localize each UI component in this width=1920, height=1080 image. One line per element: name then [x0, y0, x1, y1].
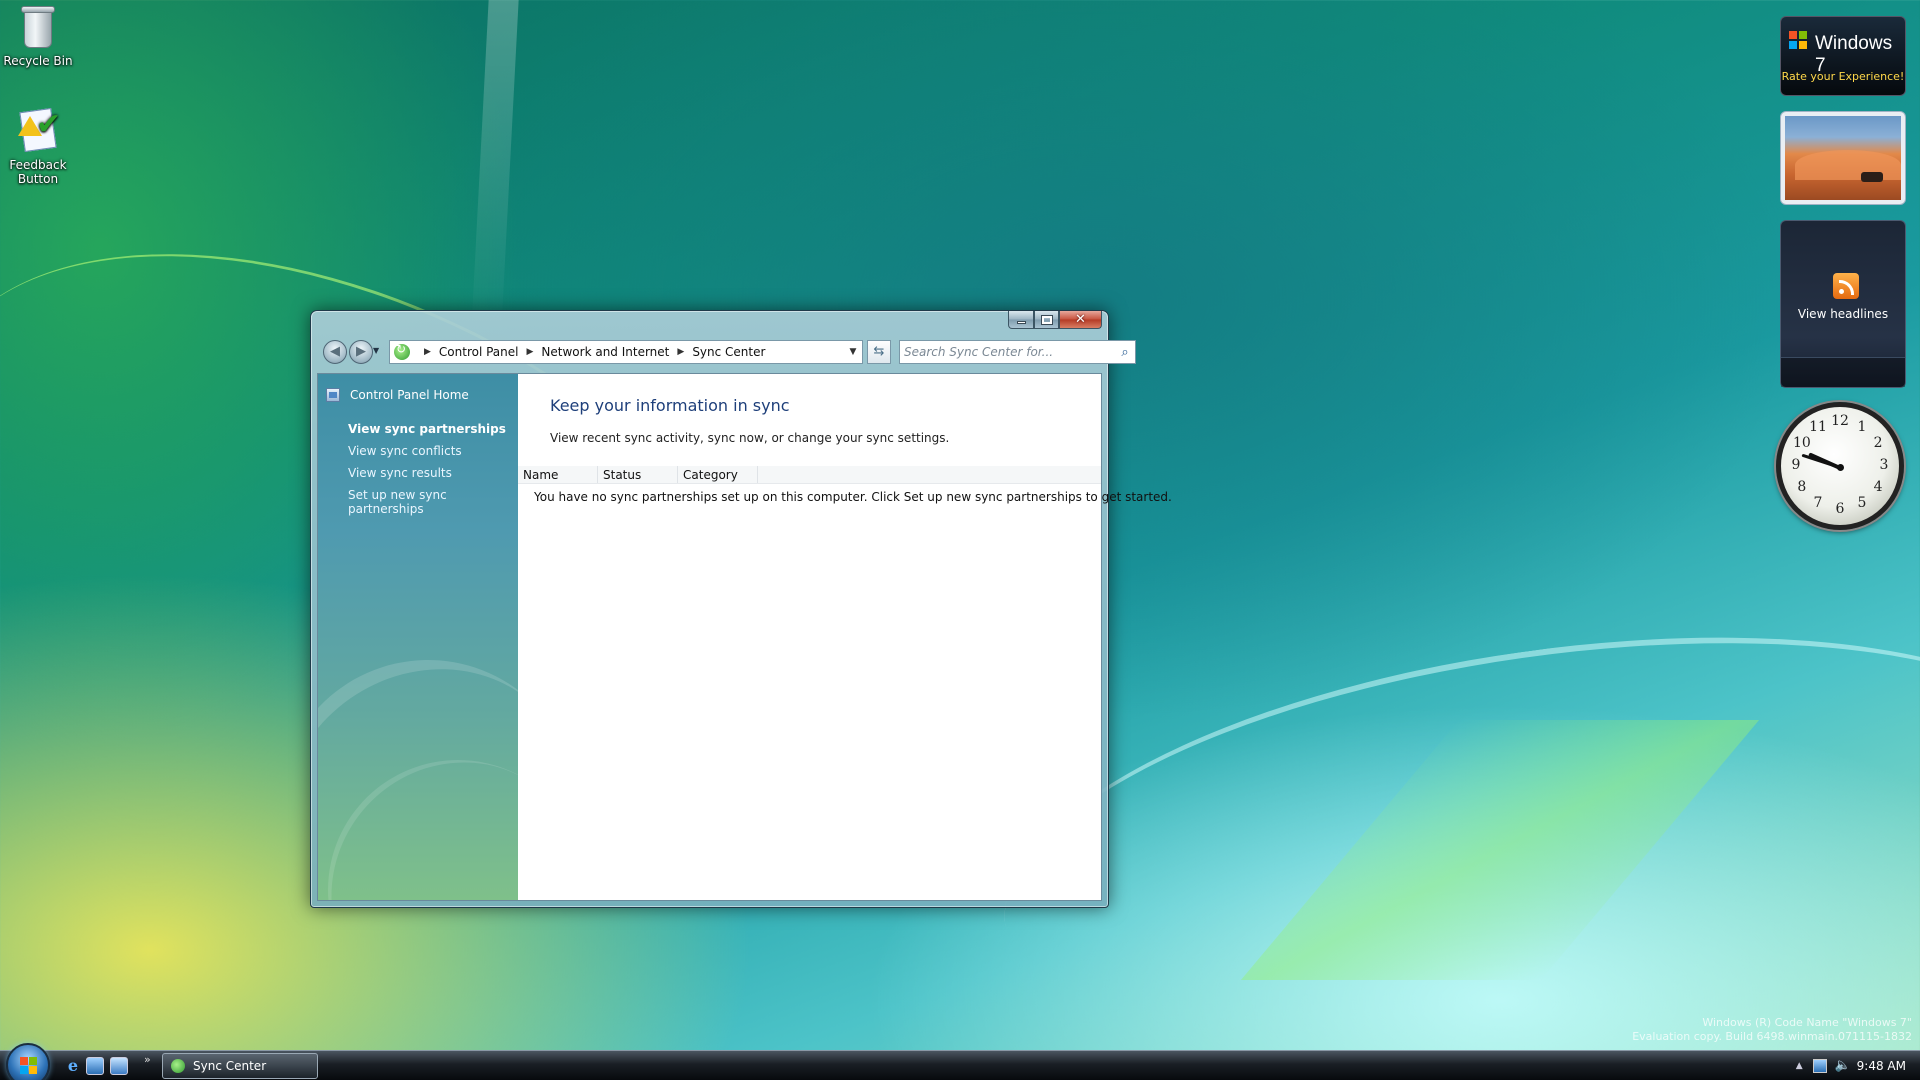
address-dropdown-icon[interactable]: ▼	[844, 347, 862, 357]
clock-gadget[interactable]: 12 1 2 3 4 5 6 7 8 9 10 11	[1776, 402, 1904, 530]
breadcrumb-separator-icon[interactable]: ▶	[677, 347, 684, 357]
control-panel-icon	[326, 388, 340, 402]
watermark-line: Windows (R) Code Name "Windows 7"	[1702, 1016, 1912, 1029]
clock-number: 6	[1835, 501, 1845, 517]
search-input[interactable]	[904, 342, 1115, 362]
feed-headlines-gadget[interactable]: View headlines	[1780, 220, 1906, 388]
search-icon[interactable]: ⌕	[1115, 345, 1135, 360]
clock-number: 8	[1797, 479, 1807, 495]
back-button[interactable]: ◀	[323, 340, 347, 364]
build-watermark: Windows (R) Code Name "Windows 7" Evalua…	[1632, 1016, 1912, 1044]
breadcrumb-control-panel[interactable]: Control Panel	[439, 345, 519, 359]
sidebar-link-view-sync-results[interactable]: View sync results	[348, 466, 518, 480]
breadcrumb-separator-icon[interactable]: ▶	[527, 347, 534, 357]
clock-number: 12	[1831, 413, 1849, 429]
recycle-bin-icon	[14, 2, 62, 50]
breadcrumb-network-and-internet[interactable]: Network and Internet	[541, 345, 669, 359]
column-header-status[interactable]: Status	[598, 466, 678, 483]
sync-center-window: ✕ ◀ ▶ ▼ ▶ Control Panel ▶ Network and In…	[310, 310, 1172, 908]
control-panel-home-link[interactable]: Control Panel Home	[326, 388, 469, 402]
gadget-subtitle[interactable]: Rate your Experience!	[1781, 70, 1905, 83]
maximize-icon	[1040, 314, 1053, 325]
list-column-headers: Name Status Category	[518, 466, 1101, 484]
feed-footer	[1781, 357, 1905, 387]
taskbar-button-sync-center[interactable]: Sync Center	[162, 1053, 318, 1079]
windows7-gadget[interactable]: Windows 7 Rate your Experience!	[1780, 16, 1906, 96]
clock-number: 3	[1879, 457, 1889, 473]
notification-area: ▲ 🔈 9:48 AM	[1796, 1051, 1920, 1080]
maximize-button[interactable]	[1034, 311, 1059, 329]
page-title: Keep your information in sync	[550, 396, 790, 415]
feedback-icon: ✔	[14, 106, 62, 154]
desktop-icon-label: Recycle Bin	[3, 54, 73, 68]
address-bar[interactable]: ▶ Control Panel ▶ Network and Internet ▶…	[389, 340, 863, 364]
show-hidden-icons-icon[interactable]: ▲	[1796, 1061, 1803, 1071]
breadcrumb-separator-icon[interactable]: ▶	[424, 347, 431, 357]
windows-flag-icon	[1789, 31, 1811, 53]
desktop-icon-recycle-bin[interactable]: Recycle Bin	[0, 2, 76, 68]
search-box: ⌕	[899, 340, 1136, 364]
wallpaper-streak	[1240, 720, 1760, 980]
column-header-name[interactable]: Name	[518, 466, 598, 483]
refresh-button[interactable]: ⇆	[867, 340, 891, 364]
window-client-area: Control Panel Home View sync partnership…	[317, 373, 1172, 901]
sidebar-link-set-up-new-sync-partnerships[interactable]: Set up new sync partnerships	[348, 488, 518, 516]
clock-number: 5	[1857, 495, 1867, 512]
network-icon[interactable]	[1812, 1059, 1827, 1073]
clock-number: 4	[1873, 479, 1883, 495]
clock-number: 1	[1857, 418, 1867, 435]
wallpaper-streak	[977, 575, 1920, 1080]
page-description: View recent sync activity, sync now, or …	[550, 431, 950, 445]
start-button[interactable]	[6, 1043, 50, 1080]
clock-number: 2	[1873, 435, 1883, 451]
desktop-icon-feedback-button[interactable]: ✔ Feedback Button	[0, 106, 76, 186]
taskbar: e » Sync Center ▲ 🔈 9:48 AM	[0, 1043, 1920, 1080]
sync-center-icon	[394, 342, 410, 360]
navigation-bar: ◀ ▶ ▼ ▶ Control Panel ▶ Network and Inte…	[317, 339, 1136, 367]
clock-number: 7	[1813, 495, 1823, 512]
sync-center-icon	[171, 1059, 185, 1073]
clock-center-pin	[1837, 464, 1844, 471]
sidebar-link-view-sync-conflicts[interactable]: View sync conflicts	[348, 444, 518, 458]
clock-number: 9	[1791, 457, 1801, 473]
column-header-category[interactable]: Category	[678, 466, 758, 483]
close-icon: ✕	[1075, 312, 1086, 327]
recent-pages-dropdown[interactable]: ▼	[373, 346, 379, 355]
task-links: View sync partnerships View sync conflic…	[348, 422, 518, 524]
forward-arrow-icon: ▶	[356, 344, 366, 359]
back-arrow-icon: ◀	[330, 344, 340, 359]
clock-minute-hand	[1801, 453, 1841, 469]
internet-explorer-icon[interactable]: e	[64, 1057, 82, 1075]
desktop-icon-label: Feedback Button	[9, 158, 67, 186]
forward-button[interactable]: ▶	[349, 340, 373, 364]
wallpaper-streak	[471, 0, 519, 330]
taskbar-button-label: Sync Center	[193, 1059, 267, 1073]
windows-logo-icon	[20, 1057, 38, 1075]
empty-list-message: You have no sync partnerships set up on …	[534, 490, 1172, 504]
minimize-button[interactable]	[1008, 311, 1034, 329]
main-content: Keep your information in sync View recen…	[518, 374, 1172, 900]
task-pane: Control Panel Home View sync partnership…	[318, 374, 518, 900]
slideshow-gadget[interactable]	[1780, 111, 1906, 205]
caption-buttons: ✕	[1008, 311, 1102, 329]
sidebar-link-view-sync-partnerships[interactable]: View sync partnerships	[348, 422, 518, 436]
feed-label[interactable]: View headlines	[1781, 307, 1905, 321]
control-panel-home-label: Control Panel Home	[350, 388, 469, 402]
watermark-line: Evaluation copy. Build 6498.winmain.0711…	[1632, 1030, 1912, 1043]
close-button[interactable]: ✕	[1059, 311, 1102, 329]
quick-launch-overflow-icon[interactable]: »	[144, 1053, 151, 1066]
volume-icon[interactable]: 🔈	[1835, 1059, 1851, 1073]
desert-photo	[1785, 116, 1901, 200]
rss-icon	[1833, 273, 1859, 299]
clock-number: 10	[1792, 435, 1811, 451]
clock-time[interactable]: 9:48 AM	[1857, 1059, 1906, 1073]
clock-number: 11	[1809, 418, 1827, 435]
minimize-icon	[1016, 321, 1026, 324]
refresh-icon: ⇆	[873, 344, 885, 359]
switch-windows-icon[interactable]	[110, 1057, 128, 1075]
show-desktop-icon[interactable]	[86, 1057, 104, 1075]
breadcrumb-sync-center[interactable]: Sync Center	[692, 345, 765, 359]
